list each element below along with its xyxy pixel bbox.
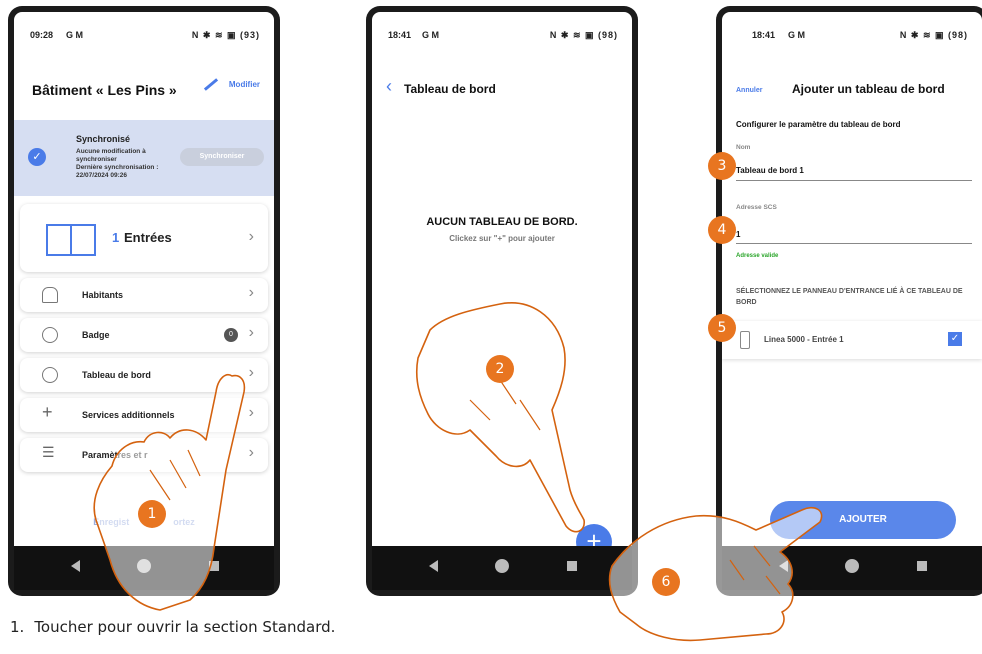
pencil-icon [203, 78, 218, 92]
page-title: Ajouter un tableau de bord [792, 82, 945, 96]
status-icons: N ✱ ≋ ▣ (98) [899, 30, 968, 40]
row-label: Services additionnels [82, 410, 175, 420]
status-bar: 18:41 G M N ✱ ≋ ▣ (98) [722, 12, 982, 46]
status-bar: 09:28 G M N ✱ ≋ ▣ (93) [14, 12, 274, 46]
row-habitants[interactable]: Habitants › [20, 278, 268, 312]
status-icons: N ✱ ≋ ▣ (93) [191, 30, 260, 40]
address-field[interactable]: 1 [736, 230, 740, 239]
status-icons: N ✱ ≋ ▣ (98) [549, 30, 618, 40]
sync-line-3: Dernière synchronisation : [76, 164, 159, 171]
entrance-panel-icon [740, 331, 750, 349]
address-valid-text: Adresse valide [736, 253, 779, 259]
entrance-panel-label: Linea 5000 - Entrée 1 [764, 335, 844, 344]
edit-button[interactable]: Modifier [203, 78, 260, 92]
address-field-underline [736, 243, 972, 244]
home-icon[interactable] [137, 559, 151, 573]
entrees-label: Entrées [124, 230, 172, 245]
recent-apps-icon[interactable] [209, 561, 219, 571]
chevron-right-icon: › [248, 364, 254, 381]
home-icon[interactable] [495, 559, 509, 573]
save-link-tail: ortez [173, 517, 195, 527]
sync-line-1: Aucune modification à [76, 148, 146, 155]
status-left-icons: G M [66, 30, 83, 40]
instruction-caption: 1. Toucher pour ouvrir la section Standar… [10, 618, 335, 636]
chevron-right-icon: › [248, 324, 254, 341]
synchronize-button[interactable]: Synchroniser [180, 148, 264, 166]
panel-section-title: SÉLECTIONNEZ LE PANNEAU D'ENTRANCE LIÉ À… [736, 288, 963, 306]
sync-panel: ✓ Synchronisé Aucune modification à sync… [14, 120, 274, 196]
back-icon[interactable] [71, 560, 81, 572]
check-circle-icon: ✓ [28, 148, 46, 166]
row-badge[interactable]: Badge 0 › [20, 318, 268, 352]
person-icon [42, 287, 58, 303]
row-settings[interactable]: ☰ Paramètres et r › [20, 438, 268, 472]
badge-icon [42, 327, 58, 343]
sync-line-4: 22/07/2024 09:26 [76, 172, 127, 179]
step-marker-4: 4 [708, 216, 736, 244]
recent-apps-icon[interactable] [917, 561, 927, 571]
name-field[interactable]: Tableau de bord 1 [736, 166, 804, 175]
phone-2: 18:41 G M N ✱ ≋ ▣ (98) ‹ Tableau de bord… [366, 6, 638, 596]
settings-sliders-icon: ☰ [42, 444, 55, 460]
name-label: Nom [736, 144, 751, 151]
row-dashboard[interactable]: Tableau de bord › [20, 358, 268, 392]
back-icon[interactable] [429, 560, 439, 572]
step-marker-5: 5 [708, 314, 736, 342]
android-nav-bar [14, 546, 274, 590]
save-link-label: Enregist [93, 517, 130, 527]
recent-apps-icon[interactable] [567, 561, 577, 571]
edit-label: Modifier [228, 80, 260, 89]
empty-state-hint: Clickez sur "+" pour ajouter [449, 234, 555, 243]
home-icon[interactable] [845, 559, 859, 573]
page-title: Bâtiment « Les Pins » [32, 82, 177, 98]
plus-icon: + [42, 402, 53, 422]
entrees-count: 1 [112, 230, 120, 245]
address-label: Adresse SCS [736, 204, 777, 211]
row-label: Tableau de bord [82, 370, 151, 380]
screen-dashboard-list: 18:41 G M N ✱ ≋ ▣ (98) ‹ Tableau de bord… [372, 12, 632, 590]
back-chevron-icon[interactable]: ‹ [386, 76, 392, 97]
step-marker-3: 3 [708, 152, 736, 180]
step-marker-2: 2 [486, 355, 514, 383]
add-button[interactable]: AJOUTER [770, 501, 956, 539]
step-marker-6: 6 [652, 568, 680, 596]
entrance-panel-row[interactable]: Linea 5000 - Entrée 1 ✓ [722, 321, 982, 359]
status-time: 18:41 [388, 30, 412, 40]
sync-line-2: synchroniser [76, 156, 117, 163]
checkbox-checked-icon[interactable]: ✓ [948, 332, 962, 346]
row-label: Paramètres et r [82, 450, 148, 460]
caption-text: Toucher pour ouvrir la section Standard. [34, 618, 336, 636]
cancel-button[interactable]: Annuler [736, 87, 762, 94]
chevron-right-icon: › [248, 404, 254, 421]
chevron-right-icon: › [248, 228, 254, 245]
row-additional-services[interactable]: + Services additionnels › [20, 398, 268, 432]
row-label: Badge [82, 330, 110, 340]
sync-title: Synchronisé [76, 134, 131, 144]
caption-number: 1. [10, 618, 25, 636]
row-label: Habitants [82, 290, 124, 300]
status-bar: 18:41 G M N ✱ ≋ ▣ (98) [372, 12, 632, 46]
back-icon[interactable] [779, 560, 789, 572]
android-nav-bar [372, 546, 632, 590]
phone-3: 18:41 G M N ✱ ≋ ▣ (98) Annuler Ajouter u… [716, 6, 982, 596]
chevron-right-icon: › [248, 444, 254, 461]
screen-add-dashboard: 18:41 G M N ✱ ≋ ▣ (98) Annuler Ajouter u… [722, 12, 982, 590]
badge-count: 0 [224, 328, 238, 342]
android-nav-bar [722, 546, 982, 590]
entrees-card[interactable]: 1 Entrées › [20, 204, 268, 272]
step-marker-1: 1 [138, 500, 166, 528]
section-subtitle: Configurer le paramètre du tableau de bo… [736, 120, 901, 129]
status-time: 18:41 [752, 30, 776, 40]
empty-state-title: AUCUN TABLEAU DE BORD. [426, 216, 578, 228]
chevron-right-icon: › [248, 284, 254, 301]
page-title: Tableau de bord [404, 82, 496, 96]
status-left-icons: G M [422, 30, 439, 40]
name-field-underline [736, 180, 972, 181]
dashboard-icon [42, 367, 58, 383]
door-icon [46, 224, 96, 256]
status-left-icons: G M [788, 30, 805, 40]
status-time: 09:28 [30, 30, 54, 40]
